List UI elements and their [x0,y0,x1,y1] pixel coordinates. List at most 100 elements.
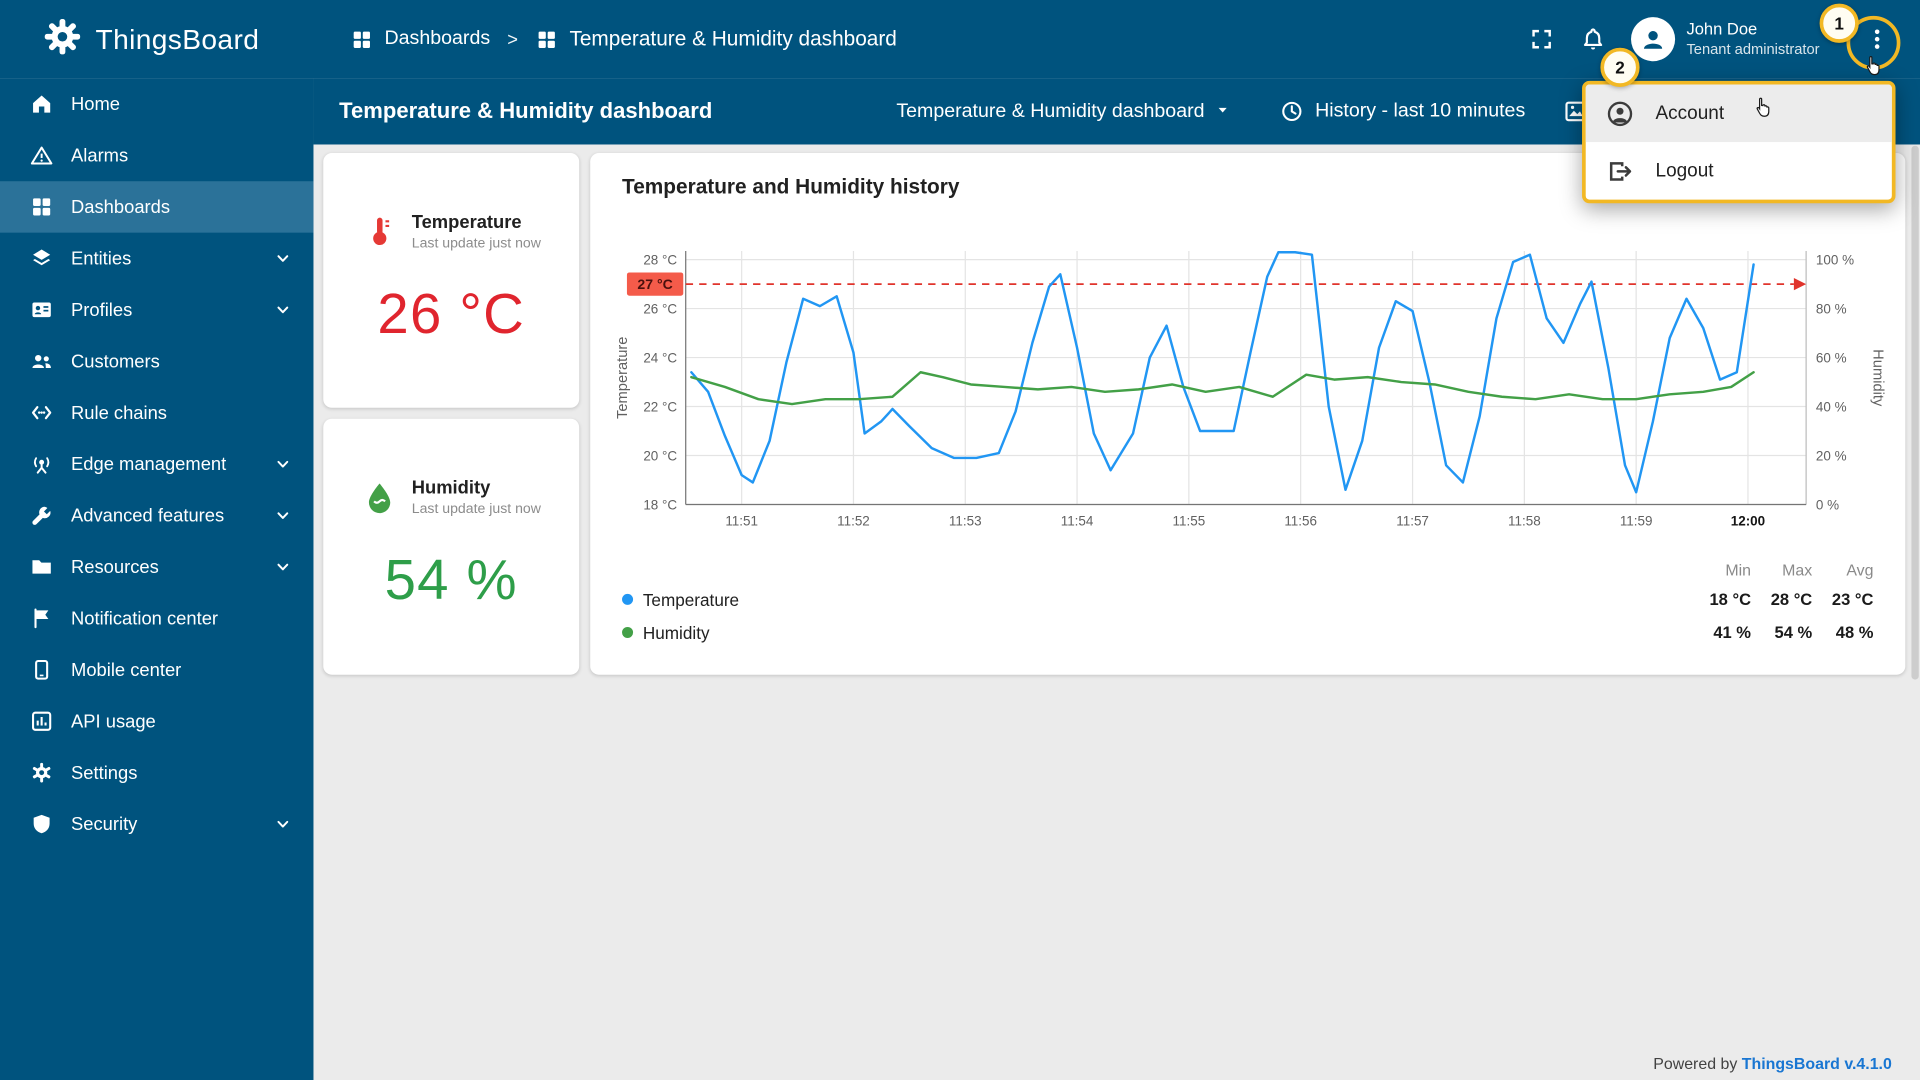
svg-text:0 %: 0 % [1816,497,1839,512]
svg-text:40 %: 40 % [1816,399,1847,414]
sidebar-item-label: Security [71,813,138,835]
legend-col-header: Min [1725,560,1752,579]
temperature-card-title: Temperature [411,211,522,233]
breadcrumb-item-dashboards[interactable]: Dashboards [350,28,490,51]
legend-series-name: Temperature [642,589,740,610]
sidebar-item-entities[interactable]: Entities [0,233,313,284]
home-icon [29,92,53,116]
sidebar-item-dashboards[interactable]: Dashboards [0,181,314,233]
edge-management-icon [29,452,53,476]
dashboard-content: Temperature Last update just now 26 °C H… [313,144,1920,1080]
sidebar-item-label: Entities [71,247,132,269]
svg-text:Humidity: Humidity [1869,349,1885,407]
temperature-value: 26 °C [377,281,526,346]
chevron-down-icon [272,813,294,835]
sidebar-item-label: Alarms [71,145,129,166]
sidebar-item-resources[interactable]: Resources [0,541,313,592]
svg-text:11:55: 11:55 [1173,513,1206,528]
breadcrumb: Dashboards > Temperature & Humidity dashbo… [350,27,897,51]
sidebar-item-edge-management[interactable]: Edge management [0,438,313,489]
alarms-icon [29,143,53,167]
svg-text:80 %: 80 % [1816,301,1847,316]
user-role: Tenant administrator [1686,40,1820,58]
sidebar-item-label: Customers [71,350,160,372]
sidebar-item-settings[interactable]: Settings [0,747,313,798]
sidebar-item-profiles[interactable]: Profiles [0,284,313,335]
legend-row-temperature[interactable]: Temperature 18 °C 28 °C 23 °C [622,583,1873,616]
sidebar-item-customers[interactable]: Customers [0,336,313,387]
sidebar-item-label: Mobile center [71,659,182,681]
dashboard-title: Temperature & Humidity dashboard [339,98,713,124]
sidebar-item-security[interactable]: Security [0,798,313,849]
powered-by-text: Powered by [1653,1054,1738,1073]
thingsboard-version-link[interactable]: ThingsBoard v.4.1.0 [1742,1054,1892,1072]
caret-down-icon [1216,100,1229,123]
user-menu-item-logout[interactable]: Logout [1586,142,1892,200]
menu-item-label: Account [1655,102,1725,124]
svg-text:27 °C: 27 °C [637,276,672,292]
chevron-down-icon [272,453,294,475]
user-menu-item-account[interactable]: Account [1585,84,1892,143]
legend-stat: 28 °C [1770,590,1813,609]
fullscreen-button[interactable] [1516,13,1567,64]
sidebar-item-notification-center[interactable]: Notification center [0,593,313,644]
sidebar-item-advanced-features[interactable]: Advanced features [0,490,313,541]
svg-text:24 °C: 24 °C [643,350,677,365]
mouse-cursor-icon [1749,93,1776,120]
sidebar-item-label: Resources [71,556,159,578]
sidebar-item-label: Advanced features [71,505,225,526]
humidity-value: 54 % [384,547,518,612]
logout-icon [1605,156,1634,185]
avatar[interactable] [1631,17,1676,62]
sidebar-item-api-usage[interactable]: API usage [0,696,313,747]
sidebar-item-label: Home [71,93,121,115]
tutorial-step-1-badge: 1 [1819,3,1859,43]
humidity-card: Humidity Last update just now 54 % [323,418,580,675]
account-icon [1605,99,1634,128]
legend-header-row: Min Max Avg [622,556,1873,583]
chevron-down-icon [272,247,294,269]
humidity-card-subtitle: Last update just now [411,502,541,517]
profiles-icon [29,298,53,322]
logo-text: ThingsBoard [95,22,260,55]
svg-text:60 %: 60 % [1816,350,1847,365]
dashboard-select-value: Temperature & Humidity dashboard [896,100,1205,122]
timewindow-label: History - last 10 minutes [1315,100,1526,122]
sidebar-item-label: Rule chains [71,402,168,424]
sidebar-item-alarms[interactable]: Alarms [0,130,313,181]
series-temperature [690,251,1755,494]
svg-text:11:54: 11:54 [1061,513,1094,528]
breadcrumb-item-temperature-humidity-dashboard[interactable]: Temperature & Humidity dashboard [535,27,897,51]
chart-legend: Min Max Avg Temperature 18 °C 28 °C 23 °C Humid… [622,556,1873,649]
svg-text:11:56: 11:56 [1284,513,1317,528]
chevron-down-icon [272,556,294,578]
user-info: John Doe Tenant administrator [1686,19,1819,60]
dashboard-select[interactable]: Temperature & Humidity dashboard [896,100,1229,123]
humidity-card-header: Humidity Last update just now [323,419,579,517]
svg-text:11:57: 11:57 [1396,513,1429,528]
thermometer-icon [362,212,399,251]
sidebar-item-mobile-center[interactable]: Mobile center [0,644,313,695]
entities-icon [29,246,53,270]
chart-card: Temperature and Humidity history 11:51 11… [590,153,1906,675]
sidebar-item-rule-chains[interactable]: Rule chains [0,387,313,438]
legend-dot [622,593,634,605]
legend-row-humidity[interactable]: Humidity 41 % 54 % 48 % [622,616,1873,649]
legend-stat: 54 % [1774,623,1813,642]
svg-text:11:52: 11:52 [837,513,870,528]
thingsboard-logo[interactable]: ThingsBoard [0,15,316,63]
dashboards-icon [535,28,558,51]
mouse-cursor-icon [1859,51,1886,78]
dashboards-icon [350,28,373,51]
humidity-card-titles: Humidity Last update just now [412,478,541,517]
temperature-humidity-chart: 11:51 11:52 11:53 11:54 11:55 11:56 11:57 11:58… [615,251,1885,528]
sidebar-item-home[interactable]: Home [0,78,313,129]
vertical-scrollbar[interactable] [1911,145,1919,680]
svg-text:Temperature: Temperature [615,337,631,419]
svg-text:100 %: 100 % [1816,252,1854,267]
sidebar-item-label: Notification center [71,607,219,629]
breadcrumb-label: Temperature & Humidity dashboard [569,26,897,51]
timewindow-button[interactable]: History - last 10 minutes [1280,99,1526,123]
humidity-card-title: Humidity [411,477,491,499]
dashboards-icon [29,195,53,219]
